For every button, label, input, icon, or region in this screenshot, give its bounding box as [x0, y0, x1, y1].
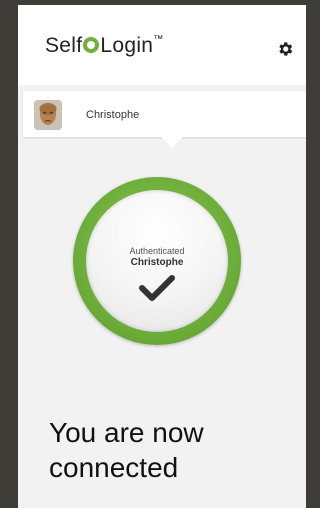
- connected-message: You are now connected: [49, 415, 289, 485]
- gear-icon[interactable]: [276, 40, 294, 58]
- dropdown-pointer: [161, 137, 183, 148]
- selflogin-logo: Self Login™: [45, 34, 164, 58]
- user-avatar: [34, 100, 62, 130]
- checkmark-icon: [139, 275, 175, 301]
- selflogin-panel: Self Login™ Christophe Authenticated Chri…: [18, 5, 306, 508]
- logo-mark-icon: [83, 37, 100, 53]
- logo-text-login: Login: [100, 34, 154, 57]
- connected-message-line-2: connected: [49, 452, 179, 483]
- authentication-status-disc: Authenticated Christophe: [86, 190, 228, 332]
- logo-text-self: Self: [45, 34, 83, 57]
- user-name: Christophe: [86, 109, 140, 121]
- logo-trademark: ™: [153, 34, 164, 45]
- user-selector[interactable]: Christophe: [23, 91, 306, 148]
- app-header: Self Login™: [18, 5, 306, 85]
- connected-message-line-1: You are now: [49, 417, 204, 448]
- authenticated-user-name: Christophe: [130, 257, 184, 268]
- authentication-status-ring: Authenticated Christophe: [73, 177, 241, 345]
- authenticated-label: Authenticated: [129, 246, 185, 256]
